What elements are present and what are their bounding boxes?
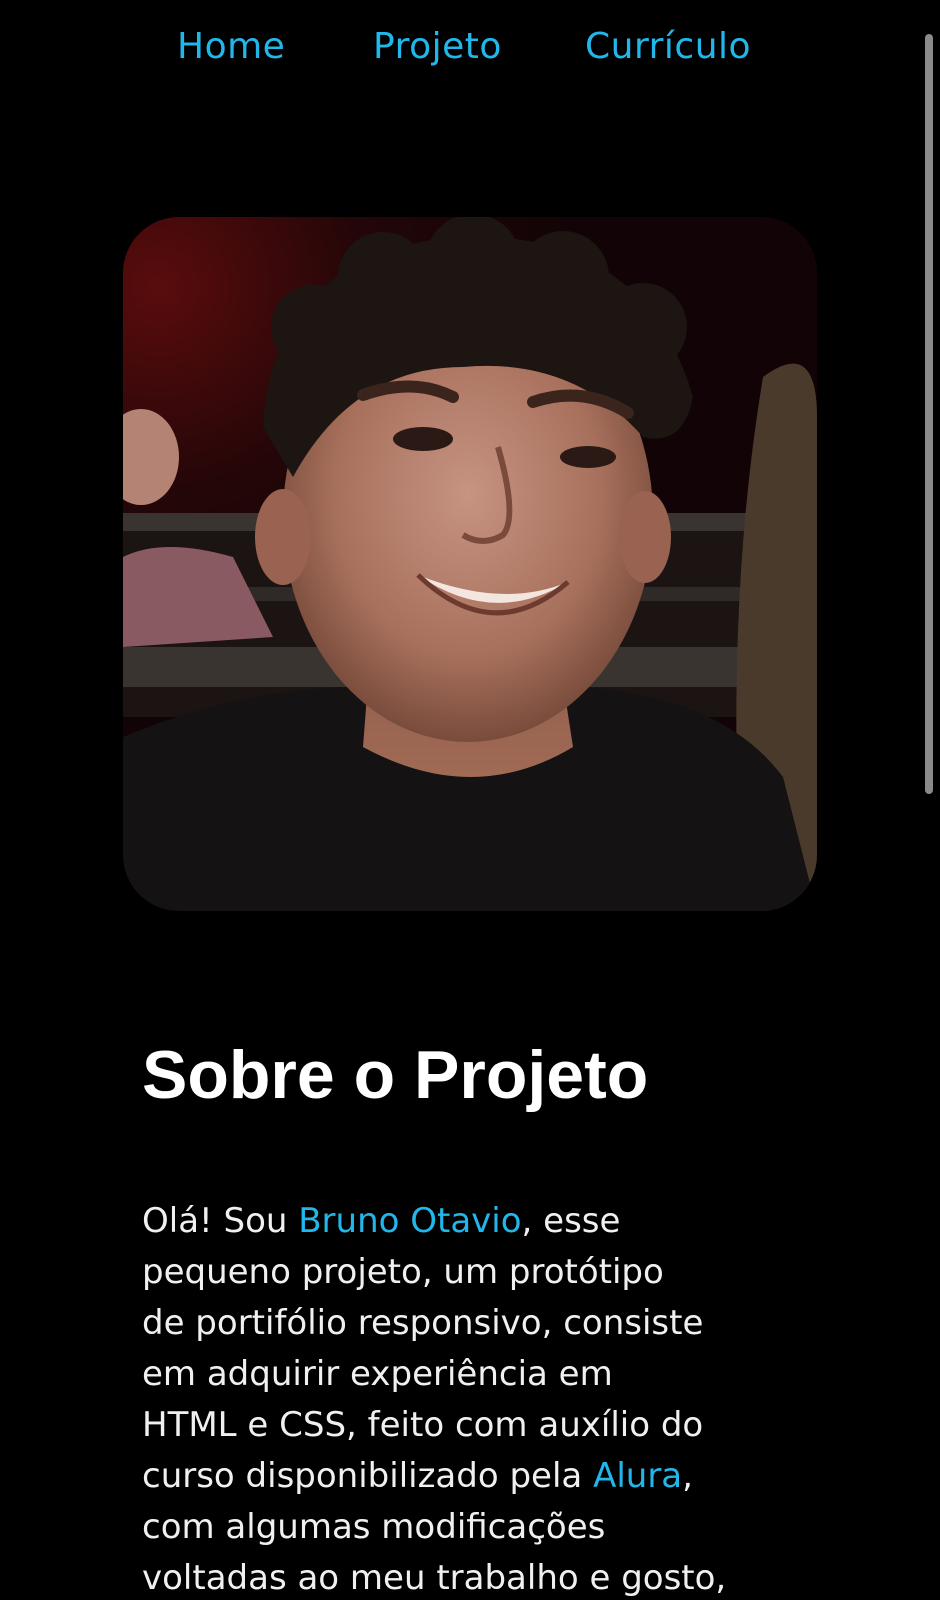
- scrollbar-thumb[interactable]: [925, 34, 933, 794]
- top-nav: Home Projeto Currículo: [0, 26, 940, 76]
- profile-photo-illustration: [123, 217, 817, 911]
- about-line: pequeno projeto, um protótipo: [142, 1252, 664, 1292]
- about-line: de portifólio responsivo, consiste: [142, 1303, 704, 1343]
- about-text: , esse: [521, 1201, 621, 1241]
- about-line: curso disponibilizado pela Alura,: [142, 1451, 802, 1502]
- about-line: com algumas modificações: [142, 1507, 606, 1547]
- page-title: Sobre o Projeto: [142, 1037, 649, 1113]
- nav-link-curriculo[interactable]: Currículo: [585, 26, 751, 67]
- about-text: Olá! Sou: [142, 1201, 299, 1241]
- nav-link-home[interactable]: Home: [177, 26, 285, 67]
- about-line: em adquirir experiência em: [142, 1354, 613, 1394]
- nav-link-projeto[interactable]: Projeto: [373, 26, 502, 67]
- author-name-link[interactable]: Bruno Otavio: [298, 1201, 521, 1241]
- about-line: Olá! Sou Bruno Otavio, esse: [142, 1196, 802, 1247]
- about-line: voltadas ao meu trabalho e gosto,: [142, 1558, 727, 1598]
- profile-photo: [123, 217, 817, 911]
- about-text: ,: [682, 1456, 693, 1496]
- about-text: curso disponibilizado pela: [142, 1456, 594, 1496]
- about-paragraph: Olá! Sou Bruno Otavio, esse pequeno proj…: [142, 1196, 802, 1600]
- about-line: HTML e CSS, feito com auxílio do: [142, 1405, 704, 1445]
- alura-link[interactable]: Alura: [593, 1456, 682, 1496]
